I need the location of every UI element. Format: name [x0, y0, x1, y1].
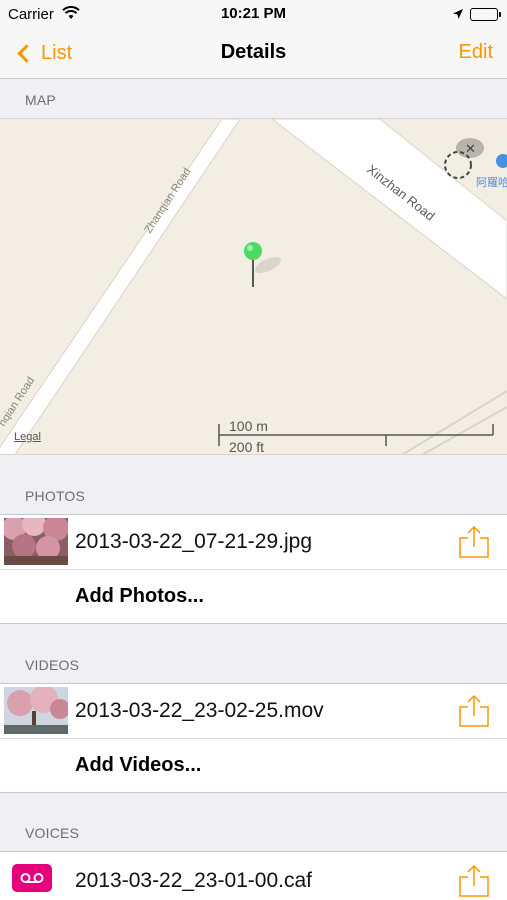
poi-label: 阿羅哈	[476, 176, 507, 189]
map-pin-icon[interactable]	[244, 242, 283, 287]
photo-thumbnail	[4, 518, 68, 565]
share-icon[interactable]	[456, 524, 492, 560]
scale-metric-label: 100 m	[229, 418, 268, 434]
share-icon[interactable]	[456, 693, 492, 729]
clock: 10:21 PM	[220, 5, 287, 22]
location-arrow-icon	[452, 7, 464, 25]
voice-file-name: 2013-03-22_23-01-00.caf	[75, 869, 313, 892]
location-map[interactable]: Zhanqian Road Xinzhan Road nqian Road ✕ …	[0, 118, 507, 455]
photo-file-name: 2013-03-22_07-21-29.jpg	[75, 530, 313, 553]
scale-imperial-label: 200 ft	[229, 439, 264, 455]
battery-icon	[470, 8, 501, 21]
edit-button[interactable]: Edit	[459, 41, 493, 64]
share-icon[interactable]	[456, 863, 492, 899]
photo-row[interactable]: 2013-03-22_07-21-29.jpg	[0, 515, 507, 569]
photos-list: 2013-03-22_07-21-29.jpg Add Photos...	[0, 514, 507, 624]
page-title: Details	[220, 41, 287, 63]
voicemail-icon	[12, 864, 52, 892]
add-photos-button[interactable]: Add Photos...	[75, 585, 204, 608]
poi-marker-icon[interactable]: ✕	[444, 138, 507, 179]
voices-list: 2013-03-22_23-01-00.caf	[0, 851, 507, 900]
photos-section-header: PHOTOS	[25, 488, 86, 504]
voice-row[interactable]: 2013-03-22_23-01-00.caf	[0, 852, 507, 900]
voices-section-header: VOICES	[25, 825, 80, 841]
add-photos-row[interactable]: Add Photos...	[0, 569, 507, 623]
svg-text:✕: ✕	[465, 141, 476, 156]
video-file-name: 2013-03-22_23-02-25.mov	[75, 699, 324, 722]
navigation-bar: List Details Edit	[0, 28, 507, 79]
videos-list: 2013-03-22_23-02-25.mov Add Videos...	[0, 683, 507, 793]
map-legal-link[interactable]: Legal	[14, 431, 41, 443]
video-thumbnail	[4, 687, 68, 734]
video-row[interactable]: 2013-03-22_23-02-25.mov	[0, 684, 507, 738]
add-videos-row[interactable]: Add Videos...	[0, 738, 507, 792]
map-section-header: MAP	[25, 92, 56, 108]
add-videos-button[interactable]: Add Videos...	[75, 754, 201, 777]
status-bar: Carrier 10:21 PM	[0, 0, 507, 28]
videos-section-header: VIDEOS	[25, 657, 80, 673]
